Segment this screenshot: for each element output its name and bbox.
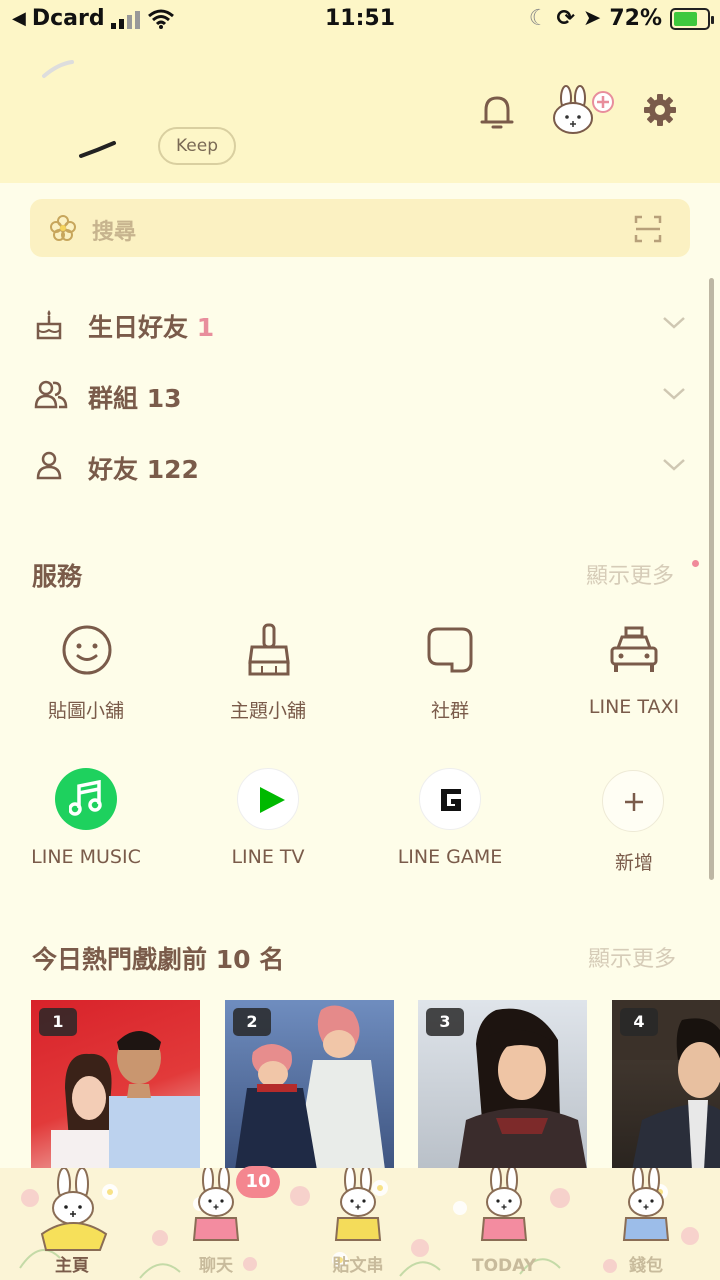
miffy-blue-icon <box>622 1168 670 1241</box>
miffy-pink-icon <box>480 1168 528 1241</box>
service-label: 社群 <box>430 700 469 722</box>
birthday-friends-count: 1 <box>196 313 215 342</box>
bottom-tab-bar: 主頁 聊天 貼文串 TODAY 錢包 <box>0 1168 720 1280</box>
services-title: 服務 <box>32 562 83 591</box>
bell-icon[interactable] <box>478 92 516 132</box>
status-bar: ◀ Dcard 11:51 ☾ ⟳ ➤ 72% <box>0 0 720 40</box>
service-sticker-shop[interactable]: 貼圖小舖 <box>6 620 166 730</box>
profile-header: Keep <box>0 40 720 183</box>
drama-thumbnail[interactable]: 3 <box>418 1000 587 1170</box>
service-label: 貼圖小舖 <box>47 700 124 722</box>
add-friend-icon[interactable] <box>552 84 616 136</box>
tv-icon-circle <box>237 768 299 830</box>
service-add[interactable]: 新增 <box>554 768 714 878</box>
chevron-down-icon[interactable] <box>662 454 686 474</box>
tab-label: 主頁 <box>55 1256 89 1276</box>
rank-badge: 1 <box>39 1008 77 1036</box>
keep-button[interactable]: Keep <box>158 127 236 165</box>
game-icon-circle <box>419 768 481 830</box>
friends-count: 122 <box>146 455 199 484</box>
tab-label: 貼文串 <box>332 1256 384 1276</box>
tab-label: TODAY <box>472 1256 536 1276</box>
service-openchat[interactable]: 社群 <box>370 620 530 730</box>
drama-thumbnail[interactable]: 1 <box>31 1000 200 1170</box>
game-icon <box>441 789 461 811</box>
search-bar[interactable]: 搜尋 <box>30 199 690 257</box>
service-label: LINE MUSIC <box>31 846 141 868</box>
moon-icon: ☾ <box>528 6 549 31</box>
service-theme-shop[interactable]: 主題小舖 <box>188 620 348 730</box>
service-line-music[interactable]: LINE MUSIC <box>6 768 166 878</box>
gear-icon[interactable] <box>642 92 678 128</box>
groups-count: 13 <box>146 384 182 413</box>
services-more-link[interactable]: 顯示更多 <box>586 558 674 590</box>
chat-unread-badge: 10 <box>236 1166 280 1198</box>
battery-percent: 72% <box>609 6 662 31</box>
tab-home[interactable]: 主頁 <box>12 1168 132 1280</box>
play-icon <box>260 787 285 813</box>
groups-row[interactable]: 群組 13 <box>0 367 700 427</box>
service-label: LINE TV <box>231 846 305 868</box>
groups-label: 群組 <box>88 384 139 413</box>
rotation-lock-icon: ⟳ <box>556 6 575 31</box>
miffy-yellow-icon <box>334 1168 382 1241</box>
birthday-friends-label: 生日好友 <box>88 313 189 342</box>
decor-stroke-icon <box>79 141 116 158</box>
friends-row[interactable]: 好友 122 <box>0 438 700 498</box>
brush-icon <box>248 623 290 676</box>
service-label: 主題小舖 <box>229 700 306 722</box>
tab-label: 聊天 <box>199 1256 233 1276</box>
service-line-taxi[interactable]: LINE TAXI <box>554 620 714 730</box>
tab-label: 錢包 <box>629 1256 663 1276</box>
chevron-down-icon[interactable] <box>662 383 686 403</box>
new-dot <box>692 560 699 567</box>
service-label: 新增 <box>614 852 653 874</box>
location-icon: ➤ <box>582 6 602 31</box>
search-placeholder: 搜尋 <box>92 220 137 245</box>
service-line-game[interactable]: LINE GAME <box>370 768 530 878</box>
chevron-down-icon[interactable] <box>662 312 686 332</box>
music-icon <box>69 780 102 816</box>
dramas-title: 今日熱門戲劇前 10 名 <box>32 945 285 974</box>
rank-badge: 3 <box>426 1008 464 1036</box>
square-chat-icon <box>427 627 473 673</box>
person-icon <box>36 451 62 480</box>
tab-timeline[interactable]: 貼文串 <box>298 1168 418 1280</box>
taxi-icon <box>610 626 658 672</box>
drama-thumbnail[interactable]: 2 <box>225 1000 394 1170</box>
miffy-yellow-icon <box>40 1168 108 1251</box>
drama-thumbnail[interactable]: 4 <box>612 1000 720 1170</box>
scrollbar[interactable] <box>709 278 714 880</box>
rank-badge: 2 <box>233 1008 271 1036</box>
tab-today[interactable]: TODAY <box>444 1168 564 1280</box>
tab-wallet[interactable]: 錢包 <box>586 1168 706 1280</box>
decor-stroke-icon <box>42 60 74 78</box>
service-line-tv[interactable]: LINE TV <box>188 768 348 878</box>
plus-icon-circle <box>602 770 664 832</box>
friends-label: 好友 <box>88 455 139 484</box>
scan-icon[interactable] <box>634 215 662 243</box>
service-label: LINE GAME <box>397 846 503 868</box>
plus-icon <box>625 793 643 811</box>
birthday-friends-row[interactable]: 生日好友 1 <box>0 296 700 356</box>
rank-badge: 4 <box>620 1008 658 1036</box>
battery-icon <box>670 7 714 30</box>
dramas-more-link[interactable]: 顯示更多 <box>588 941 676 973</box>
cake-icon <box>36 310 62 340</box>
service-label: LINE TAXI <box>588 696 680 718</box>
group-icon <box>34 380 68 409</box>
flower-icon <box>50 215 76 241</box>
music-icon-circle <box>55 768 117 830</box>
smiley-icon <box>62 625 112 675</box>
